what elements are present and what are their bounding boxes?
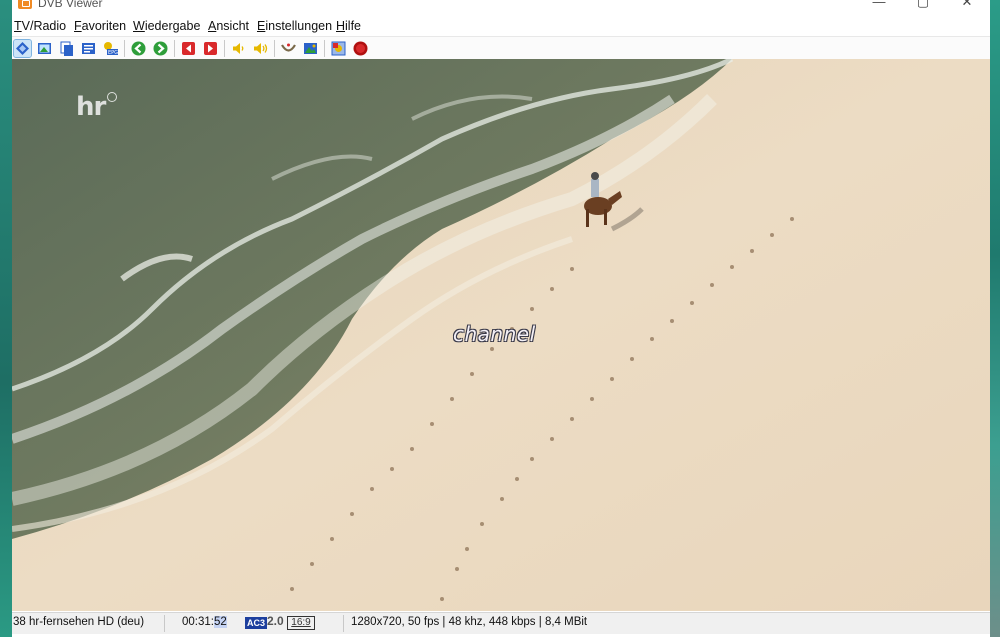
status-bar: 38 hr-fernsehen HD (deu) 00:31:52 AC3 2.… xyxy=(12,612,990,634)
toolbar-separator xyxy=(274,40,275,57)
menu-einstellungen[interactable]: Einstellungen xyxy=(257,19,332,33)
aspect-ratio-badge[interactable]: 16:9 xyxy=(287,616,315,630)
desktop-background-left xyxy=(0,0,12,637)
app-icon xyxy=(18,0,32,9)
stream-info: 1280x720, 50 fps | 48 khz, 448 kbps | 8,… xyxy=(351,616,588,628)
tv-radio-icon[interactable] xyxy=(13,39,32,58)
menu-wiedergabe[interactable]: Wiedergabe xyxy=(133,19,200,33)
toolbar-separator xyxy=(324,40,325,57)
settings-icon[interactable] xyxy=(330,40,347,57)
menu-tv-radio[interactable]: TV/Radio xyxy=(14,19,66,33)
dvb-viewer-window: DVB Viewer — ▢ ✕ TV/Radio Favoriten Wied… xyxy=(12,0,990,637)
registered-mark-icon xyxy=(107,92,117,102)
minimize-button[interactable]: — xyxy=(856,0,902,13)
volume-up-icon[interactable] xyxy=(252,40,269,57)
forward-icon[interactable] xyxy=(152,40,169,57)
channel-name[interactable]: 38 hr-fernsehen HD (deu) xyxy=(13,616,144,628)
copy-window-icon[interactable] xyxy=(58,40,75,57)
toolbar-separator xyxy=(174,40,175,57)
window-title: DVB Viewer xyxy=(38,0,103,10)
video-display[interactable]: hr channel xyxy=(12,59,990,611)
mute-icon[interactable] xyxy=(280,40,297,57)
osd-channel-text: channel xyxy=(453,322,536,346)
next-channel-icon[interactable] xyxy=(202,40,219,57)
status-divider xyxy=(164,615,165,632)
close-button[interactable]: ✕ xyxy=(944,0,990,13)
screenshot-icon[interactable] xyxy=(302,40,319,57)
svg-text:EPG: EPG xyxy=(108,50,118,56)
menu-hilfe[interactable]: Hilfe xyxy=(336,19,361,33)
audio-format-badge: AC3 xyxy=(245,617,268,629)
record-icon[interactable] xyxy=(352,40,369,57)
picture-icon[interactable] xyxy=(36,40,53,57)
prev-channel-icon[interactable] xyxy=(180,40,197,57)
title-bar[interactable]: DVB Viewer — ▢ ✕ xyxy=(12,0,990,14)
menu-bar: TV/Radio Favoriten Wiedergabe Ansicht Ei… xyxy=(12,15,990,36)
toolbar-separator xyxy=(124,40,125,57)
volume-down-icon[interactable] xyxy=(230,40,247,57)
desktop-background-right xyxy=(990,0,1000,637)
playback-time: 00:31:52 xyxy=(182,616,227,628)
back-icon[interactable] xyxy=(130,40,147,57)
audio-channels-badge: 2.0 xyxy=(267,614,284,628)
status-divider xyxy=(343,615,344,632)
teletext-icon[interactable] xyxy=(80,40,97,57)
epg-icon[interactable]: EPG xyxy=(102,40,119,57)
menu-ansicht[interactable]: Ansicht xyxy=(208,19,249,33)
toolbar: EPG xyxy=(12,36,990,60)
hr-channel-logo: hr xyxy=(76,92,106,122)
maximize-button[interactable]: ▢ xyxy=(900,0,946,13)
menu-favoriten[interactable]: Favoriten xyxy=(74,19,126,33)
toolbar-separator xyxy=(224,40,225,57)
